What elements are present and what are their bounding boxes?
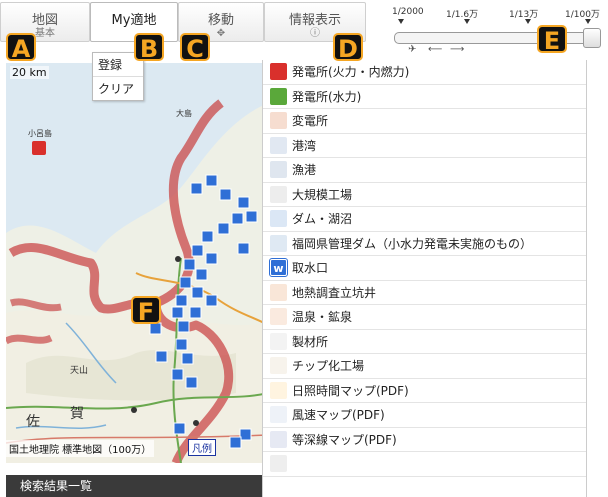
scale-tick-mark xyxy=(398,19,404,24)
marker-e: E xyxy=(537,25,567,55)
layer-item-label: 温泉・鉱泉 xyxy=(292,310,353,325)
layer-item[interactable]: チップ化工場 xyxy=(263,354,586,379)
sawmill-icon xyxy=(270,332,287,350)
layer-item-label: ダム・湖沼 xyxy=(292,212,353,227)
layer-item-label: 風速マップ(PDF) xyxy=(292,408,385,423)
layer-item-label: 発電所(火力・内燃力) xyxy=(292,65,410,80)
managed-dam-icon xyxy=(270,234,287,252)
hot-spring-icon xyxy=(270,308,287,326)
dam-icon xyxy=(270,210,287,228)
place-label: 天山 xyxy=(70,366,89,376)
arrow-left-icon: ⟵ xyxy=(428,44,443,55)
plane-icon: ✈ xyxy=(408,44,417,55)
layer-item-label: 製材所 xyxy=(292,334,329,349)
map-canvas xyxy=(6,63,268,463)
scale-tick: 1/13万 xyxy=(509,10,539,20)
scale-tick: 1/2000 xyxy=(392,7,424,17)
marker-f: F xyxy=(131,296,161,326)
place-label: 佐 xyxy=(26,414,40,430)
layer-item[interactable]: 風速マップ(PDF) xyxy=(263,403,586,428)
arrow-right-icon: ⟶ xyxy=(450,44,465,55)
legend-button[interactable]: 凡例 xyxy=(188,439,216,456)
layer-item[interactable]: w 取水口 xyxy=(263,256,586,281)
water-intake-icon: w xyxy=(269,258,288,278)
layer-item[interactable]: 変電所 xyxy=(263,109,586,134)
layer-item-label: 日照時間マップ(PDF) xyxy=(292,383,409,398)
layer-item[interactable]: 発電所(水力) xyxy=(263,85,586,109)
layer-item[interactable]: 等深線マップ(PDF) xyxy=(263,428,586,452)
marker-b: B xyxy=(134,33,164,63)
factory-icon xyxy=(270,185,287,203)
scale-tick-mark xyxy=(525,19,531,24)
map-attribution: 国土地理院 標準地図（100万） xyxy=(6,440,155,457)
layer-item[interactable]: 日照時間マップ(PDF) xyxy=(263,379,586,403)
layer-item-label: 大規模工場 xyxy=(292,187,353,202)
scale-tick: 1/1.6万 xyxy=(446,10,479,20)
layer-item-label: 変電所 xyxy=(292,114,329,129)
geothermal-well-icon xyxy=(270,283,287,301)
layer-item[interactable]: 大規模工場 xyxy=(263,183,586,207)
toolbar: 地図 基本 My適地 移動 ✥ 情報表示 ⓘ 1/2000 1/1.6万 1/1… xyxy=(0,0,608,60)
layer-item[interactable]: 温泉・鉱泉 xyxy=(263,305,586,330)
marker-a: A xyxy=(6,33,36,63)
my-point-label: My適地 xyxy=(111,13,157,28)
info-display-label: 情報表示 xyxy=(288,13,341,28)
layer-item-label: 地熱調査立坑井 xyxy=(292,285,377,300)
layer-item[interactable] xyxy=(263,452,586,477)
layer-item[interactable]: 製材所 xyxy=(263,330,586,354)
marker-d: D xyxy=(333,33,363,63)
place-label: 賀 xyxy=(70,406,84,422)
map-button-label: 地図 xyxy=(31,13,58,28)
marker-c: C xyxy=(180,33,210,63)
place-label: 大島 xyxy=(176,109,192,118)
layer-item-label: 漁港 xyxy=(292,163,317,178)
layer-item[interactable]: 漁港 xyxy=(263,158,586,183)
scale-slider[interactable]: 1/2000 1/1.6万 1/13万 1/100万 ✈ ⟵ ⟶ xyxy=(378,0,608,60)
port-icon xyxy=(270,136,287,154)
bathymetry-map-icon xyxy=(270,430,287,448)
power-plant-hydro-icon xyxy=(270,87,287,105)
chip-factory-icon xyxy=(270,357,287,375)
layer-item-label: 福岡県管理ダム（小水力発電未実施のもの） xyxy=(292,236,533,251)
layer-item-label: 等深線マップ(PDF) xyxy=(292,432,397,447)
map-scale-text: 20 km xyxy=(10,66,49,79)
layer-item-label: チップ化工場 xyxy=(292,359,365,374)
sunshine-map-icon xyxy=(270,381,287,399)
layer-item[interactable]: 港湾 xyxy=(263,134,586,158)
scale-tick-mark xyxy=(585,19,591,24)
move-button-label: 移動 xyxy=(207,13,234,28)
clear-menu-item[interactable]: クリア xyxy=(93,76,143,100)
layer-item[interactable]: ダム・湖沼 xyxy=(263,207,586,232)
scale-tick-mark xyxy=(464,19,470,24)
layer-item-label: 発電所(水力) xyxy=(292,89,362,104)
search-results-header[interactable]: 検索結果一覧 xyxy=(6,475,262,497)
layer-item-label: 港湾 xyxy=(292,138,317,153)
layer-item[interactable]: 福岡県管理ダム（小水力発電未実施のもの） xyxy=(263,232,586,256)
fishing-port-icon xyxy=(270,161,287,179)
power-plant-thermal-icon xyxy=(270,63,287,81)
layer-panel: 発電所(火力・内燃力) 発電所(水力) 変電所港湾漁港大規模工場ダム・湖沼福岡県管理… xyxy=(262,60,587,497)
layer-item[interactable]: 発電所(火力・内燃力) xyxy=(263,60,586,85)
layer-item[interactable]: 地熱調査立坑井 xyxy=(263,281,586,305)
wind-map-icon xyxy=(270,406,287,424)
layer-item-label: 取水口 xyxy=(292,261,329,276)
layer-icon xyxy=(270,455,287,473)
scale-tick: 1/100万 xyxy=(565,10,600,20)
scale-slider-thumb[interactable] xyxy=(583,28,601,48)
substation-icon xyxy=(270,112,287,130)
place-label: 小呂島 xyxy=(28,129,52,138)
map-view[interactable]: 20 km 佐 賀 天山 大島 小呂島 国土地理院 標準地図（100万） 凡例 xyxy=(6,63,268,463)
